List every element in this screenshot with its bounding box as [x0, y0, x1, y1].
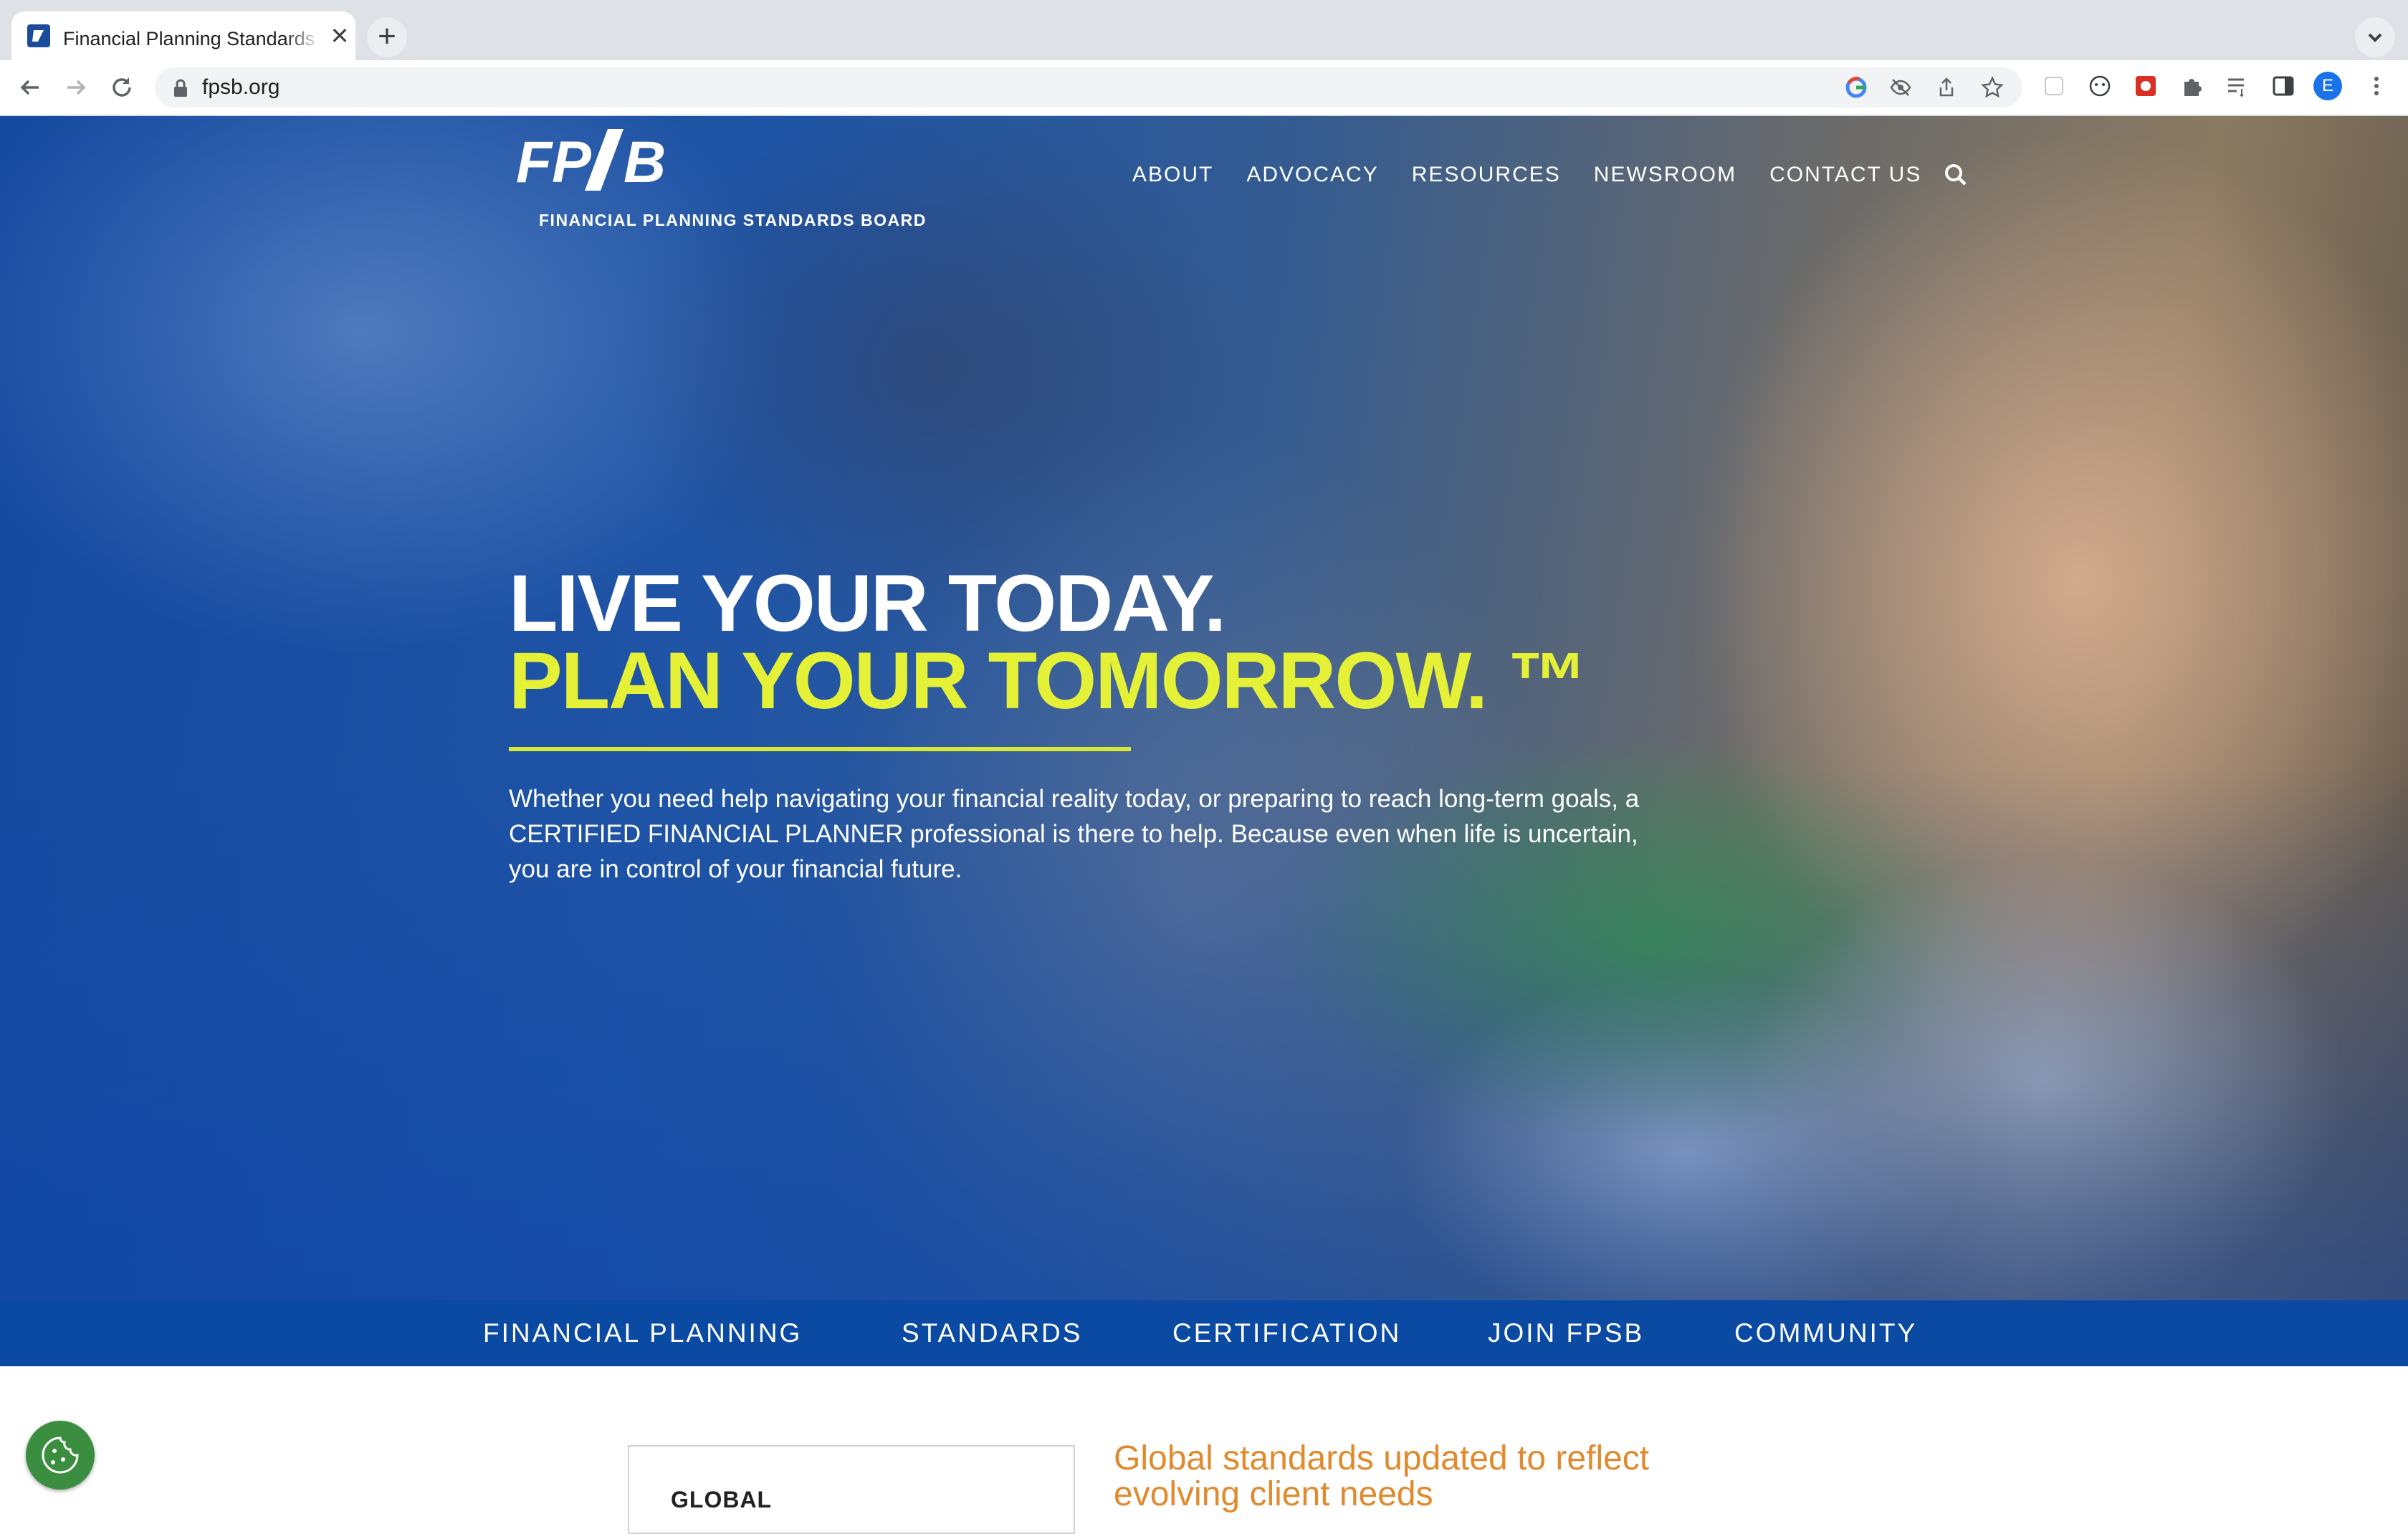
card-label: GLOBAL: [671, 1487, 773, 1512]
address-bar[interactable]: fpsb.org: [155, 67, 2022, 108]
hero-headline-line1: LIVE YOUR TODAY.: [509, 558, 1226, 648]
logo-subtitle: FINANCIAL PLANNING STANDARDS BOARD: [539, 211, 927, 229]
fpsb-favicon-icon: [27, 24, 50, 47]
headline-divider: [509, 747, 1131, 751]
browser-tabstrip: Financial Planning Standards Board ✕ +: [0, 0, 2408, 60]
search-icon[interactable]: [1943, 162, 1969, 188]
reading-list-icon[interactable]: [2225, 73, 2250, 99]
back-arrow-icon[interactable]: [16, 73, 44, 102]
hero-headline-line2: PLAN YOUR TOMORROW. ™: [509, 636, 1587, 725]
hero-body-text: Whether you need help navigating your fi…: [509, 785, 1640, 883]
top-nav-resources[interactable]: RESOURCES: [1412, 161, 1561, 189]
svg-text:FP: FP: [516, 130, 591, 195]
reload-icon[interactable]: [108, 73, 136, 102]
top-nav-newsroom[interactable]: NEWSROOM: [1594, 161, 1736, 189]
more-menu-icon[interactable]: [2364, 73, 2389, 99]
share-icon[interactable]: [1935, 76, 1958, 99]
tab-title: Financial Planning Standards Board: [63, 26, 321, 52]
fpsb-logo-mark: FP B: [516, 129, 666, 195]
extension-placeholder-icon[interactable]: [2041, 73, 2067, 99]
main-nav-bar: FINANCIAL PLANNING STANDARDS CERTIFICATI…: [0, 1300, 2408, 1366]
puzzle-icon[interactable]: [2179, 73, 2204, 99]
chevron-down-icon: [2368, 33, 2382, 42]
new-tab-button[interactable]: +: [367, 17, 407, 57]
url-text[interactable]: fpsb.org: [202, 73, 280, 102]
top-nav-contact-us[interactable]: CONTACT US: [1769, 161, 1921, 189]
news-headline-link[interactable]: Global standards updated to reflect evol…: [1114, 1441, 1759, 1512]
eye-slash-icon[interactable]: [1889, 76, 1912, 99]
forward-arrow-icon[interactable]: [62, 73, 90, 102]
main-nav-standards[interactable]: STANDARDS: [902, 1318, 1082, 1349]
tab-search-button[interactable]: [2355, 17, 2395, 57]
fpsb-logo[interactable]: FP B FINANCIAL PLANNING STANDARDS BOARD: [516, 123, 925, 231]
main-nav-community[interactable]: COMMUNITY: [1734, 1318, 1917, 1349]
lock-icon: [174, 79, 187, 97]
tab-close-icon[interactable]: ✕: [330, 24, 350, 47]
main-nav-join-fpsb[interactable]: JOIN FPSB: [1488, 1318, 1644, 1349]
google-icon[interactable]: [1845, 76, 1868, 99]
cookie-icon: [42, 1437, 79, 1474]
red-extension-icon[interactable]: [2133, 73, 2159, 99]
cookie-settings-button[interactable]: [26, 1421, 95, 1490]
top-nav-advocacy[interactable]: ADVOCACY: [1246, 161, 1378, 189]
side-panel-icon[interactable]: [2270, 73, 2296, 99]
svg-text:B: B: [624, 130, 666, 195]
main-nav-certification[interactable]: CERTIFICATION: [1172, 1318, 1401, 1349]
profile-initial: E: [2321, 76, 2333, 95]
star-icon[interactable]: [1981, 76, 2004, 99]
main-nav-financial-planning[interactable]: FINANCIAL PLANNING: [483, 1318, 802, 1349]
hero-section: FP B FINANCIAL PLANNING STANDARDS BOARD …: [0, 116, 2408, 1300]
top-nav-about[interactable]: ABOUT: [1132, 161, 1213, 189]
browser-tab[interactable]: Financial Planning Standards Board ✕: [11, 11, 355, 60]
profile-avatar[interactable]: E: [2313, 72, 2342, 100]
top-nav: ABOUT ADVOCACY RESOURCES NEWSROOM CONTAC…: [1132, 161, 1969, 189]
global-card[interactable]: GLOBAL: [628, 1445, 1075, 1534]
privacy-badger-icon[interactable]: [2087, 73, 2113, 99]
